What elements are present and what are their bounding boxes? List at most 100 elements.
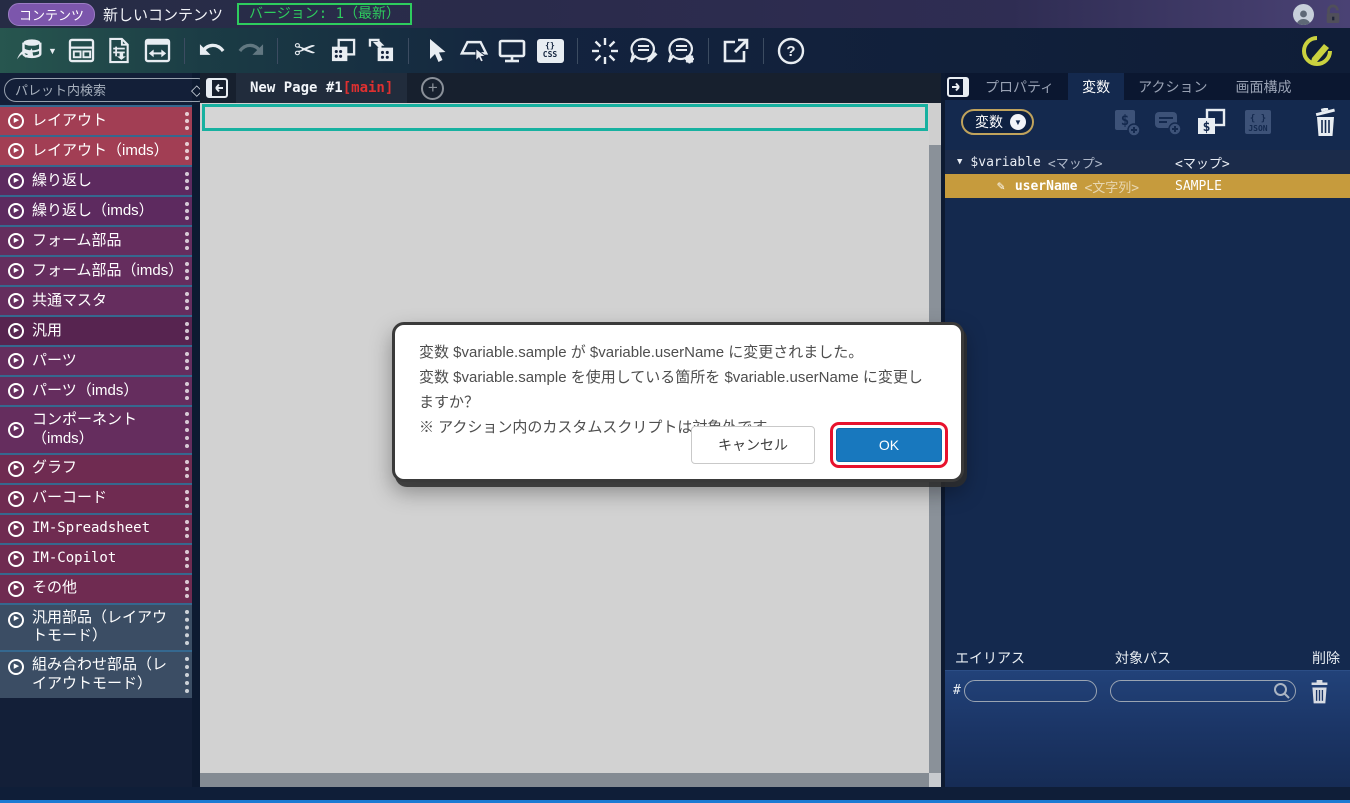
collapse-inspector-button[interactable] [945, 74, 971, 100]
palette-item-form-parts[interactable]: ▶フォーム部品 [0, 225, 192, 255]
drag-handle[interactable] [185, 580, 189, 598]
play-icon: ▶ [8, 113, 24, 129]
add-map-button[interactable] [1153, 108, 1183, 138]
palette-item-other[interactable]: ▶その他 [0, 573, 192, 603]
export-sheet-button[interactable] [100, 32, 138, 70]
trash-icon [1309, 680, 1330, 705]
drag-handle[interactable] [185, 520, 189, 538]
copy-button[interactable] [324, 32, 362, 70]
trash-icon [1313, 108, 1338, 138]
select-tool-button[interactable] [417, 32, 455, 70]
drag-handle[interactable] [185, 142, 189, 160]
help-button[interactable]: ? [772, 32, 810, 70]
variable-row-root[interactable]: ▼ $variable <マップ> <マップ> [945, 150, 1350, 174]
play-icon: ▶ [8, 323, 24, 339]
delete-variable-button[interactable] [1313, 108, 1338, 138]
cursor-icon [424, 37, 448, 64]
ok-button[interactable]: OK [836, 428, 942, 462]
drag-handle[interactable] [185, 550, 189, 568]
palette-item-graph[interactable]: ▶グラフ [0, 453, 192, 483]
palette-item-repeat[interactable]: ▶繰り返し [0, 165, 192, 195]
drag-handle[interactable] [185, 322, 189, 340]
drag-handle[interactable] [185, 112, 189, 130]
target-path-input[interactable] [1110, 680, 1296, 702]
palette-item-common-master[interactable]: ▶共通マスタ [0, 285, 192, 315]
refresh-burst-button[interactable] [586, 32, 624, 70]
tab-screen-structure[interactable]: 画面構成 [1221, 73, 1305, 100]
play-icon: ▶ [8, 581, 24, 597]
drag-handle[interactable] [185, 172, 189, 190]
open-new-window-button[interactable] [717, 32, 755, 70]
alias-input[interactable] [964, 680, 1097, 702]
edit-pencil-icon[interactable]: ✎ [997, 179, 1005, 194]
palette-item-general-layout-mode[interactable]: ▶汎用部品（レイアウトモード） [0, 603, 192, 651]
inspector-panel: プロパティ 変数 アクション 画面構成 変数 ▼ $ [945, 73, 1350, 787]
palette-item-general[interactable]: ▶汎用 [0, 315, 192, 345]
variable-row-username[interactable]: ✎ userName <文字列> SAMPLE [945, 174, 1350, 198]
comment-edit-button[interactable] [624, 32, 662, 70]
css-edit-button[interactable]: {} CSS [531, 32, 569, 70]
drag-handle[interactable] [185, 202, 189, 220]
drag-handle[interactable] [185, 460, 189, 478]
edit-mode-pencil-icon[interactable] [1300, 34, 1334, 68]
palette-item-component-imds[interactable]: ▶コンポーネント（imds） [0, 405, 192, 453]
layout-template-button[interactable] [62, 32, 100, 70]
play-icon: ▶ [8, 612, 24, 628]
palette-item-form-parts-imds[interactable]: ▶フォーム部品（imds） [0, 255, 192, 285]
tab-properties[interactable]: プロパティ [971, 73, 1068, 100]
preview-button[interactable] [493, 32, 531, 70]
palette-item-barcode[interactable]: ▶バーコード [0, 483, 192, 513]
variable-scope-dropdown[interactable]: 変数 ▼ [961, 109, 1034, 135]
save-content-button[interactable]: ▼ [10, 32, 62, 70]
svg-text:?: ? [786, 43, 795, 60]
drag-handle[interactable] [185, 352, 189, 370]
drag-handle[interactable] [185, 382, 189, 400]
tab-actions[interactable]: アクション [1124, 73, 1221, 100]
drag-handle[interactable] [185, 657, 189, 693]
sheet-export-icon [106, 37, 132, 64]
palette-item-layout-imds[interactable]: ▶レイアウト（imds） [0, 135, 192, 165]
palette-item-combined-layout-mode[interactable]: ▶組み合わせ部品（レイアウトモード） [0, 650, 192, 698]
drag-handle[interactable] [185, 412, 189, 448]
paste-button[interactable] [362, 32, 400, 70]
user-avatar[interactable] [1293, 4, 1314, 25]
palette-item-layout[interactable]: ▶レイアウト [0, 105, 192, 135]
resize-width-button[interactable] [138, 32, 176, 70]
drag-handle[interactable] [185, 232, 189, 250]
palette-search-field[interactable]: ◇ [4, 78, 210, 102]
svg-text:{ }: { } [1250, 114, 1266, 124]
palette-search-input[interactable] [15, 83, 191, 98]
selected-row-element[interactable] [202, 104, 928, 131]
play-icon: ▶ [8, 293, 24, 309]
collapse-palette-button[interactable] [204, 75, 230, 101]
drag-handle[interactable] [185, 490, 189, 508]
unlock-icon[interactable] [1324, 4, 1342, 24]
cut-button[interactable]: ✂ [286, 32, 324, 70]
copy-variables-button[interactable]: $ [1195, 108, 1227, 138]
palette-item-im-copilot[interactable]: ▶IM-Copilot [0, 543, 192, 573]
palette-item-parts-imds[interactable]: ▶パーツ（imds） [0, 375, 192, 405]
drag-handle[interactable] [185, 292, 189, 310]
palette-item-im-spreadsheet[interactable]: ▶IM-Spreadsheet [0, 513, 192, 543]
content-title: 新しいコンテンツ [103, 4, 223, 25]
delete-alias-button[interactable] [1309, 680, 1330, 705]
play-icon: ▶ [8, 203, 24, 219]
json-view-button[interactable]: { } JSON [1243, 108, 1273, 136]
add-variable-button[interactable]: $ [1113, 108, 1141, 138]
cancel-button[interactable]: キャンセル [691, 426, 815, 464]
redo-button[interactable] [231, 32, 269, 70]
region-select-tool-button[interactable] [455, 32, 493, 70]
drag-handle[interactable] [185, 262, 189, 280]
page-tab-new-page-1[interactable]: New Page #1[main] [236, 73, 407, 103]
comment-settings-button[interactable] [662, 32, 700, 70]
search-icon[interactable] [1273, 682, 1291, 700]
play-icon: ▶ [8, 143, 24, 159]
add-variable-icon: $ [1113, 108, 1141, 138]
drag-handle[interactable] [185, 610, 189, 646]
add-page-button[interactable]: + [421, 77, 444, 100]
palette-item-parts[interactable]: ▶パーツ [0, 345, 192, 375]
palette-item-repeat-imds[interactable]: ▶繰り返し（imds） [0, 195, 192, 225]
tab-variables[interactable]: 変数 [1068, 73, 1124, 100]
undo-button[interactable] [193, 32, 231, 70]
expand-icon[interactable]: ▼ [957, 157, 962, 167]
